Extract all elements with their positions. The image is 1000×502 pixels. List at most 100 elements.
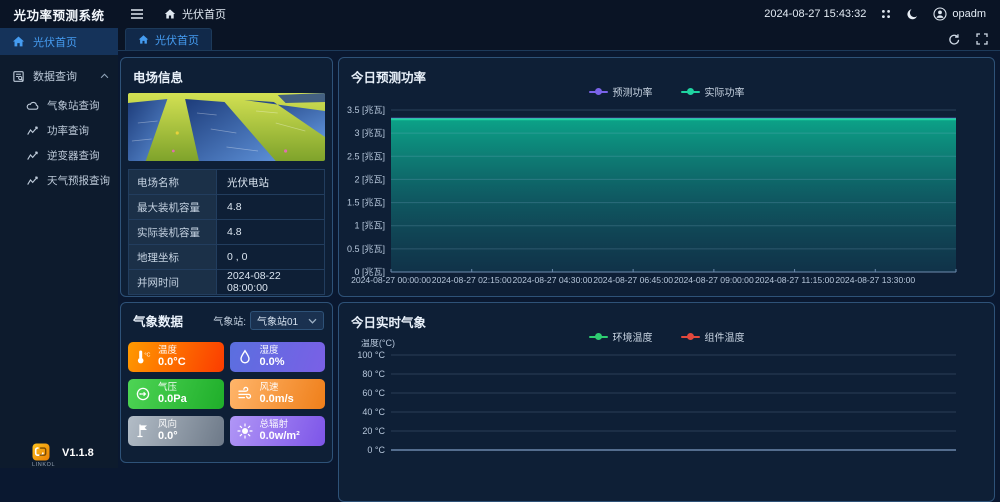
table-row: 最大装机容量4.8 <box>129 195 324 220</box>
row-value: 4.8 <box>217 195 242 219</box>
card-radiation: 总辐射0.0w/m² <box>230 416 326 446</box>
sidebar-item-power-query[interactable]: 功率查询 <box>0 118 118 143</box>
temp-chart-svg: 温度(°C)100 °C80 °C60 °C40 °C20 °C0 °C <box>347 339 986 470</box>
company-logo: LINKOL <box>32 443 52 468</box>
svg-text:3 [兆瓦]: 3 [兆瓦] <box>354 128 385 138</box>
weather-station-select[interactable]: 气象站01 <box>250 311 324 330</box>
gauge-icon <box>135 386 151 402</box>
sidebar-item-label: 天气预报查询 <box>47 173 110 188</box>
logo-text: LINKOL <box>32 462 52 468</box>
table-row: 实际装机容量4.8 <box>129 220 324 245</box>
card-humidity: 湿度0.0% <box>230 342 326 372</box>
legend-item-actual[interactable]: 实际功率 <box>681 84 745 99</box>
dark-mode-moon-icon[interactable] <box>906 8 919 21</box>
svg-text:0 °C: 0 °C <box>367 445 385 455</box>
home-icon <box>164 8 176 20</box>
row-label: 实际装机容量 <box>129 220 217 244</box>
collapse-menu-icon[interactable] <box>130 8 144 20</box>
sidebar-item-label: 光伏首页 <box>33 34 77 50</box>
table-row: 并网时间2024-08-22 08:00:00 <box>129 270 324 295</box>
weather-cards: °C 温度0.0°C 湿度0.0% 气压0.0Pa 风速0.0m/s 风向0.0… <box>128 342 325 446</box>
version-label: V1.1.8 <box>62 447 94 459</box>
user-icon <box>933 7 947 21</box>
legend-item-forecast[interactable]: 预测功率 <box>589 84 653 99</box>
card-name: 总辐射 <box>260 419 300 430</box>
panel-title: 气象数据 <box>133 311 183 330</box>
sidebar-item-label: 逆变器查询 <box>47 148 100 163</box>
svg-text:0.5 [兆瓦]: 0.5 [兆瓦] <box>347 244 385 254</box>
user-menu[interactable]: opadm <box>933 7 986 21</box>
svg-text:2 [兆瓦]: 2 [兆瓦] <box>354 174 385 184</box>
card-value: 0.0°C <box>158 356 186 369</box>
tab-home[interactable]: 光伏首页 <box>125 28 212 50</box>
row-value: 光伏电站 <box>217 170 269 194</box>
droplet-icon <box>237 349 253 365</box>
svg-text:2024-08-27 04:30:00: 2024-08-27 04:30:00 <box>513 275 593 285</box>
svg-text:2024-08-27 02:15:00: 2024-08-27 02:15:00 <box>432 275 512 285</box>
realtime-weather-chart[interactable]: 温度(°C)100 °C80 °C60 °C40 °C20 °C0 °C <box>347 339 986 470</box>
sun-icon <box>237 423 253 439</box>
power-curve-icon <box>26 124 39 137</box>
card-value: 0.0° <box>158 430 178 443</box>
wind-vane-icon <box>135 423 151 439</box>
legend-marker <box>589 91 608 93</box>
panel-title: 今日预测功率 <box>339 58 994 86</box>
home-icon <box>138 34 149 45</box>
panel-title: 电场信息 <box>121 58 332 86</box>
legend-marker <box>681 91 700 93</box>
table-row: 地理坐标0 , 0 <box>129 245 324 270</box>
svg-text:°C: °C <box>144 352 150 358</box>
row-label: 并网时间 <box>129 270 217 294</box>
chevron-down-icon <box>308 318 317 324</box>
tab-label: 光伏首页 <box>155 32 199 48</box>
sidebar-group-data-query[interactable]: 数据查询 <box>0 63 118 89</box>
row-value: 2024-08-22 08:00:00 <box>217 270 324 294</box>
fullscreen-corners-icon[interactable] <box>976 33 988 45</box>
power-chart-svg: 0 [兆瓦]0.5 [兆瓦]1 [兆瓦]1.5 [兆瓦]2 [兆瓦]2.5 [兆… <box>347 102 986 290</box>
panel-power-forecast: 今日预测功率 预测功率 实际功率 0 [兆瓦]0.5 [兆瓦]1 [兆瓦]1.5… <box>338 57 995 297</box>
row-label: 地理坐标 <box>129 245 217 269</box>
thermometer-icon: °C <box>135 349 151 365</box>
power-forecast-chart[interactable]: 0 [兆瓦]0.5 [兆瓦]1 [兆瓦]1.5 [兆瓦]2 [兆瓦]2.5 [兆… <box>347 102 986 290</box>
tabbar: 光伏首页 <box>118 28 1000 51</box>
card-wind-direction: 风向0.0° <box>128 416 224 446</box>
panel-realtime-weather: 今日实时气象 环境温度 组件温度 温度(°C)100 °C80 °C60 °C4… <box>338 302 995 502</box>
sidebar-item-inverter-query[interactable]: 逆变器查询 <box>0 143 118 168</box>
svg-text:2024-08-27 11:15:00: 2024-08-27 11:15:00 <box>755 275 834 285</box>
row-value: 0 , 0 <box>217 245 247 269</box>
sidebar-item-label: 数据查询 <box>33 68 77 84</box>
app-title: 光功率预测系统 <box>0 5 118 24</box>
data-query-icon <box>12 70 25 83</box>
legend-marker <box>681 336 700 338</box>
sidebar-item-label: 功率查询 <box>47 123 89 138</box>
topbar: 光功率预测系统 光伏首页 2024-08-27 15:43:32 opadm <box>0 0 1000 28</box>
table-row: 电场名称光伏电站 <box>129 170 324 195</box>
sidebar-item-weather-station-query[interactable]: 气象站查询 <box>0 93 118 118</box>
svg-text:1.5 [兆瓦]: 1.5 [兆瓦] <box>347 198 385 208</box>
selected-station: 气象站01 <box>257 313 308 328</box>
legend-label: 实际功率 <box>705 84 745 99</box>
sidebar-item-label: 气象站查询 <box>47 98 100 113</box>
forecast-curve-icon <box>26 174 39 187</box>
chevron-up-icon <box>100 73 109 79</box>
svg-text:40 °C: 40 °C <box>362 407 385 417</box>
svg-text:80 °C: 80 °C <box>362 369 385 379</box>
svg-text:温度(°C): 温度(°C) <box>361 339 395 348</box>
sidebar-item-home[interactable]: 光伏首页 <box>0 28 118 55</box>
inverter-curve-icon <box>26 149 39 162</box>
card-value: 0.0w/m² <box>260 430 300 443</box>
main-content: 电场信息 电场名称光伏电站 最大装机容量4.8 实际装机容量4.8 地理坐标0 … <box>118 51 1000 468</box>
legend-marker <box>589 336 608 338</box>
svg-text:2024-08-27 09:00:00: 2024-08-27 09:00:00 <box>674 275 754 285</box>
fullscreen-dots-icon[interactable] <box>880 8 892 20</box>
breadcrumb[interactable]: 光伏首页 <box>164 6 226 22</box>
card-name: 风速 <box>260 382 294 393</box>
card-value: 0.0Pa <box>158 393 187 406</box>
card-wind-speed: 风速0.0m/s <box>230 379 326 409</box>
sidebar-item-forecast-query[interactable]: 天气预报查询 <box>0 168 118 193</box>
card-pressure: 气压0.0Pa <box>128 379 224 409</box>
svg-text:3.5 [兆瓦]: 3.5 [兆瓦] <box>347 105 385 115</box>
refresh-icon[interactable] <box>947 33 960 46</box>
svg-text:2024-08-27 06:45:00: 2024-08-27 06:45:00 <box>593 275 673 285</box>
home-icon <box>12 35 25 48</box>
